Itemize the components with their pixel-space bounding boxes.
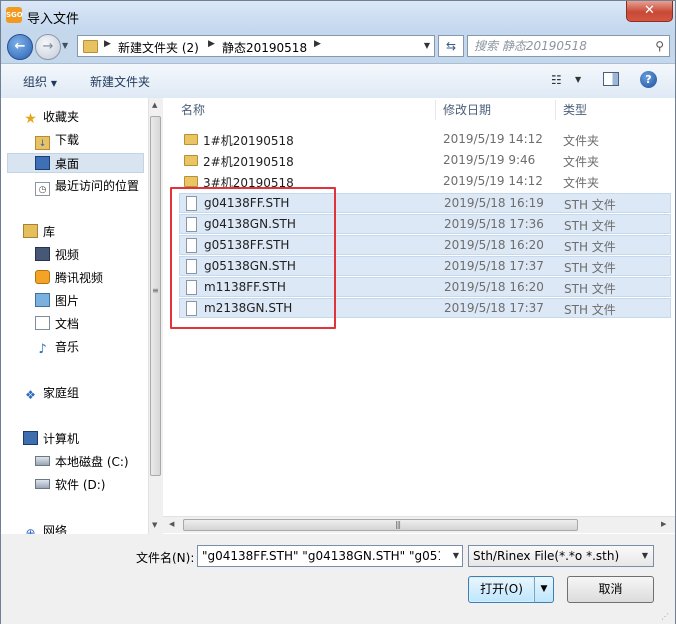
- column-header-name[interactable]: 名称: [181, 98, 205, 122]
- nav-item-tencent-video[interactable]: 腾讯视频: [35, 268, 103, 288]
- video-icon: [35, 247, 50, 261]
- nav-vertical-scrollbar[interactable]: ▲ ≡ ▼: [148, 98, 163, 534]
- music-icon: ♪: [38, 342, 47, 357]
- back-arrow-icon: ←: [14, 39, 26, 54]
- computer-icon: [23, 431, 38, 445]
- list-item[interactable]: 1#机20190518 2019/5/19 14:12 文件夹: [179, 130, 671, 150]
- file-open-dialog: SGO 导入文件 ✕ ← → ▼ ▶ 新建文件夹 (2) ▶ 静态2019051…: [0, 0, 676, 624]
- scroll-left-arrow-icon[interactable]: ◀: [169, 520, 174, 528]
- scrollbar-grip-icon: |||: [395, 520, 401, 529]
- homegroup-icon: ❖: [25, 388, 36, 402]
- content-area: ★ 收藏夹 ↓ 下载 桌面 ◷ 最近访问的位置 库 视频 腾讯视频 图片 文档 ♪ 音乐…: [1, 98, 675, 534]
- list-item[interactable]: 2#机20190518 2019/5/19 9:46 文件夹: [179, 151, 671, 171]
- close-button[interactable]: ✕: [626, 1, 673, 22]
- new-folder-button[interactable]: 新建文件夹: [90, 73, 150, 90]
- nav-libraries[interactable]: 库: [23, 222, 55, 242]
- network-icon: ⊕: [25, 526, 36, 534]
- title-bar: SGO 导入文件 ✕: [1, 1, 675, 31]
- filename-label: 文件名(N):: [136, 551, 195, 565]
- library-icon: [23, 224, 38, 238]
- filename-input[interactable]: [202, 548, 440, 564]
- hard-drive-icon: [35, 479, 50, 489]
- nav-item-documents[interactable]: 文档: [35, 314, 79, 334]
- scrollbar-grip-icon: ≡: [152, 286, 159, 295]
- scrollbar-thumb[interactable]: |||: [183, 519, 578, 531]
- folder-icon: [184, 134, 198, 145]
- nav-item-videos[interactable]: 视频: [35, 245, 79, 265]
- column-divider[interactable]: [555, 100, 556, 120]
- nav-network[interactable]: ⊕ 网络: [23, 521, 67, 534]
- window-title: 导入文件: [27, 12, 80, 27]
- open-button[interactable]: 打开(O): [468, 576, 535, 603]
- documents-icon: [35, 316, 50, 330]
- breadcrumb-parent[interactable]: 新建文件夹 (2): [118, 39, 199, 56]
- toolbar: 组织 ▼ 新建文件夹 ☷ ▼ ?: [1, 63, 675, 99]
- nav-item-software-d[interactable]: 软件 (D:): [35, 475, 105, 495]
- search-box[interactable]: ⚲: [467, 35, 670, 57]
- chevron-down-icon[interactable]: ▼: [575, 75, 581, 84]
- view-options-icon[interactable]: ☷: [551, 73, 562, 87]
- desktop-icon: [35, 156, 50, 170]
- preview-pane-icon[interactable]: [603, 72, 619, 86]
- star-icon: ★: [24, 111, 37, 127]
- scroll-down-arrow-icon[interactable]: ▼: [152, 521, 157, 529]
- folder-icon: [184, 155, 198, 166]
- list-horizontal-scrollbar[interactable]: ◀ ||| ▶: [163, 516, 675, 533]
- forward-button[interactable]: →: [35, 34, 61, 60]
- tencent-video-icon: [35, 270, 50, 284]
- recent-places-icon: ◷: [35, 182, 50, 196]
- hard-drive-icon: [35, 456, 50, 466]
- navigation-pane: ★ 收藏夹 ↓ 下载 桌面 ◷ 最近访问的位置 库 视频 腾讯视频 图片 文档 ♪ 音乐…: [1, 98, 149, 534]
- refresh-button[interactable]: ⇆: [438, 35, 464, 57]
- app-icon: SGO: [6, 7, 23, 23]
- column-header-type[interactable]: 类型: [563, 98, 587, 122]
- search-icon[interactable]: ⚲: [655, 39, 664, 53]
- nav-item-recent-places[interactable]: ◷ 最近访问的位置: [35, 176, 139, 196]
- breadcrumb-current[interactable]: 静态20190518: [222, 39, 307, 56]
- help-icon[interactable]: ?: [640, 71, 657, 88]
- highlight-annotation-box: [170, 187, 336, 329]
- nav-item-pictures[interactable]: 图片: [35, 291, 79, 311]
- search-input[interactable]: [474, 38, 644, 54]
- chevron-down-icon[interactable]: ▼: [453, 551, 459, 560]
- filetype-select[interactable]: Sth/Rinex File(*.*o *.sth) ▼: [468, 545, 654, 567]
- nav-homegroup[interactable]: ❖ 家庭组: [23, 383, 79, 403]
- nav-item-desktop[interactable]: 桌面: [7, 153, 144, 173]
- recent-pages-dropdown[interactable]: ▼: [62, 41, 68, 50]
- breadcrumb-separator-icon[interactable]: ▶: [208, 39, 215, 49]
- organize-button[interactable]: 组织 ▼: [23, 73, 57, 90]
- chevron-down-icon[interactable]: ▼: [424, 41, 430, 50]
- column-header-date[interactable]: 修改日期: [443, 98, 491, 122]
- open-options-dropdown[interactable]: ▼: [534, 576, 554, 603]
- dialog-footer: 文件名(N): ▼ Sth/Rinex File(*.*o *.sth) ▼ 打…: [1, 534, 675, 624]
- downloads-icon: ↓: [35, 136, 50, 150]
- nav-item-local-disk-c[interactable]: 本地磁盘 (C:): [35, 452, 129, 472]
- chevron-down-icon: ▼: [641, 551, 648, 560]
- chevron-down-icon: ▼: [50, 79, 57, 88]
- resize-grip-icon[interactable]: ⋰: [661, 612, 669, 621]
- nav-favorites[interactable]: ★ 收藏夹: [23, 107, 79, 127]
- nav-item-downloads[interactable]: ↓ 下载: [35, 130, 79, 150]
- filename-field[interactable]: ▼: [197, 545, 463, 567]
- scroll-up-arrow-icon[interactable]: ▲: [152, 101, 157, 109]
- scrollbar-thumb[interactable]: [150, 116, 161, 476]
- nav-computer[interactable]: 计算机: [23, 429, 79, 449]
- back-button[interactable]: ←: [7, 34, 33, 60]
- column-divider[interactable]: [435, 100, 436, 120]
- navigation-bar: ← → ▼ ▶ 新建文件夹 (2) ▶ 静态20190518 ▶ ▼ ⇆ ⚲: [1, 31, 675, 61]
- folder-icon: [184, 176, 198, 187]
- pictures-icon: [35, 293, 50, 307]
- breadcrumb-separator-icon[interactable]: ▶: [314, 39, 321, 49]
- address-bar[interactable]: ▶ 新建文件夹 (2) ▶ 静态20190518 ▶ ▼: [77, 35, 435, 57]
- cancel-button[interactable]: 取消: [567, 576, 654, 603]
- refresh-icon: ⇆: [445, 39, 457, 53]
- scroll-right-arrow-icon[interactable]: ▶: [661, 520, 666, 528]
- forward-arrow-icon: →: [42, 39, 54, 54]
- folder-icon: [83, 40, 98, 53]
- nav-item-music[interactable]: ♪ 音乐: [35, 337, 79, 357]
- breadcrumb-separator-icon[interactable]: ▶: [104, 39, 111, 49]
